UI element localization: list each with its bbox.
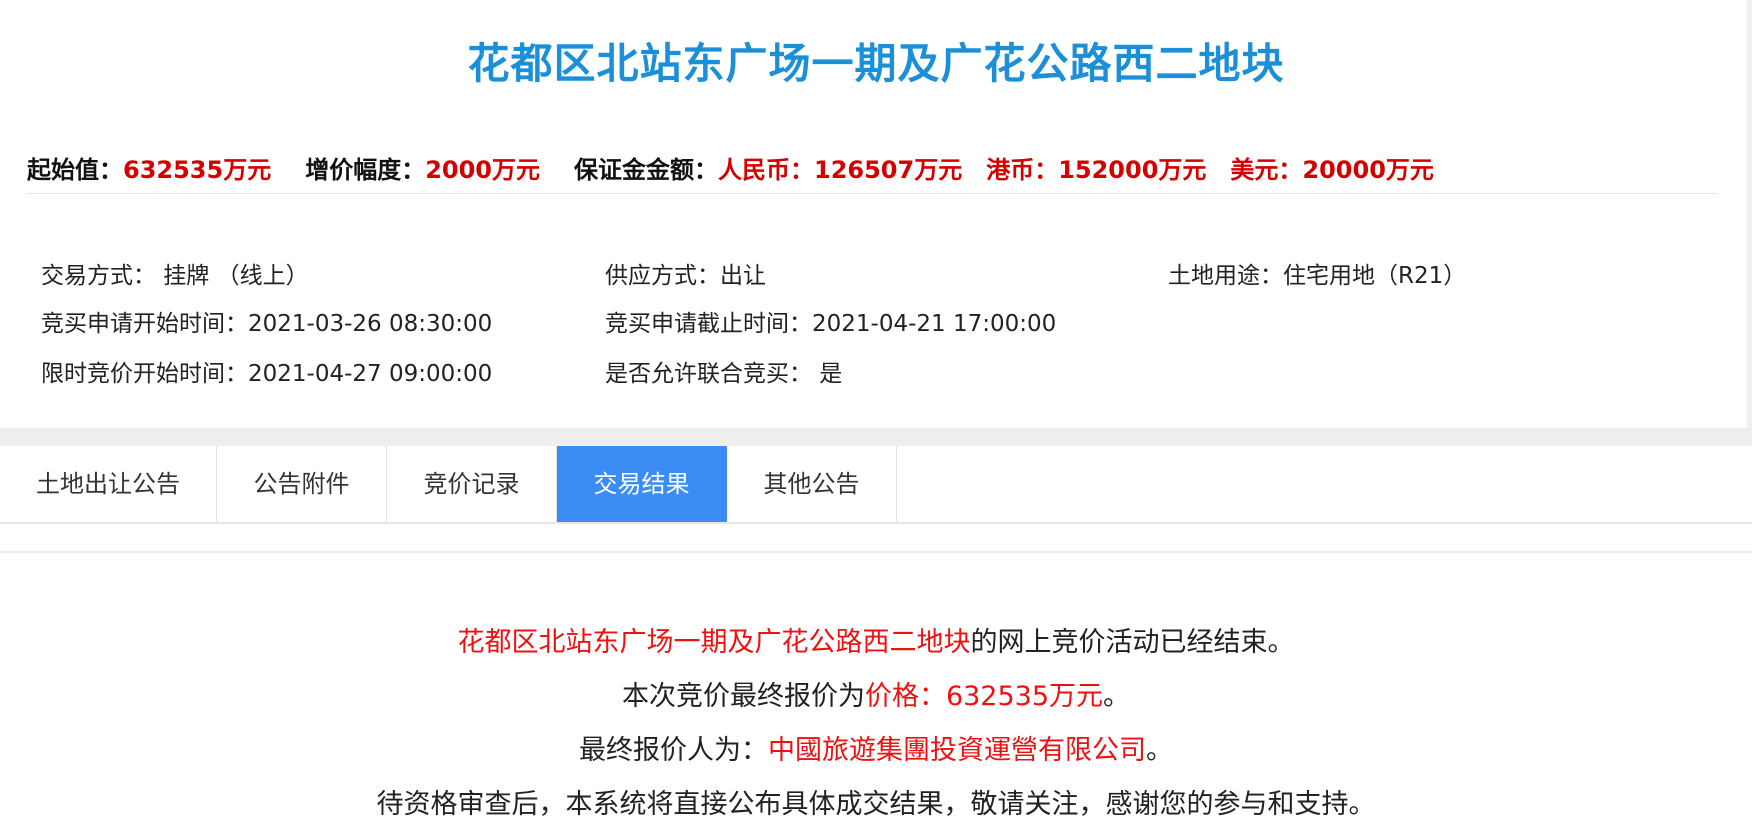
result-line-3: 最终报价人为：中國旅遊集團投資運營有限公司。: [0, 728, 1752, 767]
supply-method: 供应方式：出让: [605, 263, 766, 289]
summary-divider: [27, 193, 1717, 194]
hkd-label: 港币：: [986, 156, 1059, 184]
page: 花都区北站东广场一期及广花公路西二地块 起始值：632535万元 增价幅度：200…: [0, 0, 1752, 837]
price-summary: 起始值：632535万元 增价幅度：2000万元 保证金金额：人民币：126507万…: [27, 150, 1717, 186]
bid-start-time: 限时竞价开始时间：2021-04-27 09:00:00: [41, 361, 493, 387]
result-land-name: 花都区北站东广场一期及广花公路西二地块: [457, 627, 971, 658]
result-line-1: 花都区北站东广场一期及广花公路西二地块的网上竞价活动已经结束。: [0, 620, 1752, 659]
tab-announcement-attachments[interactable]: 公告附件: [217, 446, 387, 522]
hkd-value: 152000万元: [1058, 156, 1207, 184]
result-line-2-suffix: 。: [1103, 681, 1131, 712]
rmb-value: 126507万元: [814, 156, 963, 184]
tab-bid-records[interactable]: 竞价记录: [387, 446, 557, 522]
result-line-1-text: 的网上竞价活动已经结束。: [970, 627, 1295, 658]
apply-end-time: 竞买申请截止时间：2021-04-21 17:00:00: [605, 311, 1057, 337]
result-line-3-suffix: 。: [1146, 735, 1173, 766]
usd-label: 美元：: [1230, 156, 1303, 184]
page-title: 花都区北站东广场一期及广花公路西二地块: [467, 39, 1285, 88]
tab-trade-result[interactable]: 交易结果: [557, 446, 727, 522]
result-line-2: 本次竞价最终报价为价格：632535万元。: [0, 674, 1752, 713]
rmb-label: 人民币：: [718, 156, 814, 184]
scroll-gutter: [1747, 0, 1752, 428]
result-line-4: 待资格审查后，本系统将直接公布具体成交结果，敬请关注，感谢您的参与和支持。: [376, 789, 1376, 820]
land-use: 土地用途：住宅用地（R21）: [1168, 263, 1467, 289]
joint-bid-allowed: 是否允许联合竞买： 是: [605, 361, 843, 387]
increment-label: 增价幅度：: [305, 156, 426, 184]
tab-land-announcement[interactable]: 土地出让公告: [0, 446, 217, 522]
land-info-card: 花都区北站东广场一期及广花公路西二地块 起始值：632535万元 增价幅度：200…: [0, 0, 1747, 428]
content-divider: [0, 551, 1752, 553]
tab-bar: 土地出让公告 公告附件 竞价记录 交易结果 其他公告: [0, 446, 1752, 524]
result-line-3-prefix: 最终报价人为：: [579, 735, 768, 766]
start-value-label: 起始值：: [27, 156, 123, 184]
apply-start-time: 竞买申请开始时间：2021-03-26 08:30:00: [41, 311, 493, 337]
tab-other-announcements[interactable]: 其他公告: [727, 446, 897, 522]
usd-value: 20000万元: [1302, 156, 1434, 184]
final-bidder: 中國旅遊集團投資運營有限公司: [768, 735, 1146, 766]
deposit-label: 保证金金额：: [574, 156, 718, 184]
trade-method: 交易方式： 挂牌 （线上）: [41, 263, 309, 289]
section-separator: [0, 428, 1752, 446]
final-price: 价格：632535万元: [864, 681, 1104, 712]
result-line-2-prefix: 本次竞价最终报价为: [621, 681, 865, 712]
increment-value: 2000万元: [425, 156, 540, 184]
start-value: 632535万元: [123, 156, 272, 184]
